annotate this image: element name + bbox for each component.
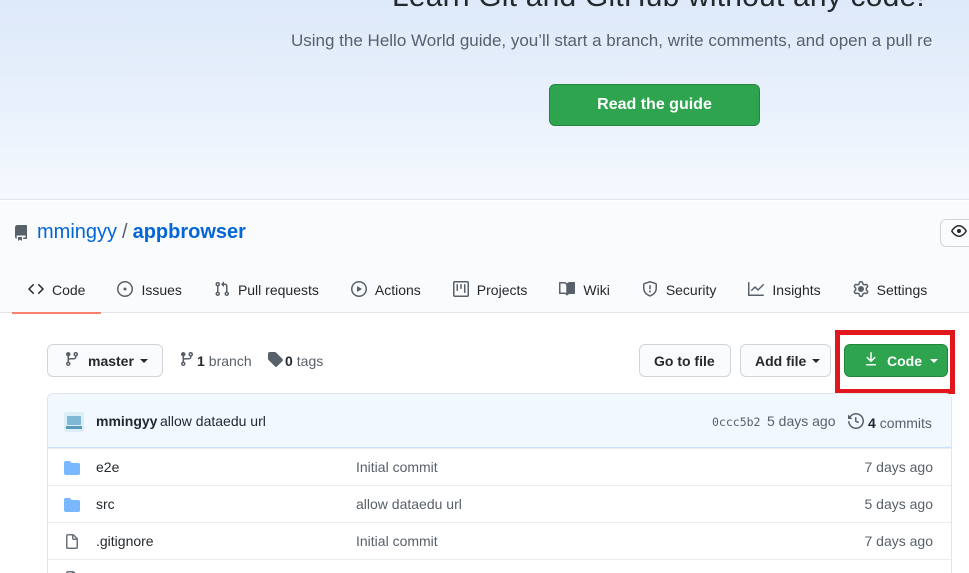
file-age: 7 days ago (864, 533, 934, 549)
play-icon (350, 280, 375, 300)
file-commit-link[interactable]: Initial commit (356, 533, 438, 549)
graph-icon (748, 281, 772, 300)
tab-wiki-label: Wiki (583, 282, 610, 298)
file-age: 5 days ago (864, 496, 934, 512)
file-row (48, 559, 951, 573)
branch-selector-label: master (88, 352, 134, 369)
chevron-down-icon (812, 358, 821, 363)
folder-icon (64, 460, 80, 476)
tag-count: 0 (285, 352, 293, 369)
file-row: src allow dataedu url 5 days ago (48, 485, 951, 522)
code-icon (28, 281, 52, 300)
branch-icon (64, 351, 88, 370)
repo-title: mmingyy / appbrowser (13, 221, 246, 244)
branch-count: 1 (197, 352, 205, 369)
hello-world-banner: Learn Git and GitHub without any code! U… (0, 0, 969, 200)
file-icon (64, 534, 80, 550)
folder-icon (64, 497, 80, 513)
tab-issues-label: Issues (141, 282, 182, 298)
tab-issues[interactable]: Issues (101, 267, 197, 313)
tab-insights-label: Insights (772, 282, 821, 298)
commits-history-link[interactable]: 4 commits (848, 412, 932, 432)
file-commit-link[interactable]: Initial commit (356, 459, 438, 475)
add-file-label: Add file (755, 352, 807, 369)
file-row: .gitignore Initial commit 7 days ago (48, 522, 951, 559)
commit-message-link[interactable]: allow dataedu url (160, 413, 266, 429)
file-name-link[interactable]: e2e (96, 459, 119, 475)
file-name-link[interactable]: src (96, 496, 115, 512)
repo-owner-link[interactable]: mmingyy (37, 221, 117, 244)
tab-code-label: Code (52, 282, 86, 298)
tab-settings[interactable]: Settings (837, 267, 944, 313)
code-button-label: Code (887, 352, 922, 369)
download-icon (863, 351, 887, 370)
file-list: mmingyy allow dataedu url 0ccc5b2 5 days… (47, 393, 952, 573)
branches-link[interactable]: 1 branch (179, 344, 252, 377)
commit-count: 4 (868, 414, 876, 431)
add-file-button[interactable]: Add file (740, 344, 831, 377)
commit-sha-link[interactable]: 0ccc5b2 (712, 415, 760, 429)
repo-name-link[interactable]: appbrowser (133, 221, 246, 244)
repo-separator: / (122, 221, 128, 243)
repo-icon (13, 224, 29, 241)
tags-link[interactable]: 0 tags (267, 344, 323, 377)
branch-count-label: branch (208, 352, 252, 369)
tab-projects[interactable]: Projects (437, 267, 544, 313)
repo-tabs: Code Issues Pull requests Actions Projec… (12, 267, 944, 314)
tab-pull-requests-label: Pull requests (237, 282, 319, 298)
read-the-guide-button[interactable]: Read the guide (549, 84, 760, 126)
repo-header: mmingyy / appbrowser Code Issues Pull re… (0, 201, 969, 314)
tab-settings-label: Settings (876, 282, 928, 298)
tab-projects-label: Projects (476, 282, 528, 298)
go-to-file-button[interactable]: Go to file (639, 344, 731, 377)
watch-button[interactable] (940, 219, 969, 247)
avatar[interactable] (64, 412, 84, 432)
tab-insights[interactable]: Insights (732, 267, 836, 313)
tag-count-label: tags (296, 352, 324, 369)
tab-code[interactable]: Code (12, 267, 102, 314)
file-age: 7 days ago (864, 459, 934, 475)
eye-icon (951, 223, 967, 244)
tag-icon (267, 351, 283, 370)
pull-request-icon (214, 281, 238, 300)
latest-commit-row: mmingyy allow dataedu url 0ccc5b2 5 days… (48, 394, 951, 448)
gear-icon (853, 280, 877, 300)
commit-count-label: commits (879, 414, 932, 431)
shield-icon (642, 280, 666, 300)
tab-actions[interactable]: Actions (335, 267, 437, 313)
commit-time: 5 days ago (767, 413, 836, 429)
code-download-button[interactable]: Code (844, 344, 948, 377)
tab-security-label: Security (665, 282, 717, 298)
tab-pull-requests[interactable]: Pull requests (198, 267, 335, 313)
file-commit-link[interactable]: allow dataedu url (356, 496, 462, 512)
project-icon (452, 280, 477, 300)
banner-title: Learn Git and GitHub without any code! (392, 0, 925, 14)
branch-icon (179, 351, 195, 370)
book-icon (559, 281, 583, 300)
file-name-link[interactable]: .gitignore (96, 533, 154, 549)
tab-security[interactable]: Security (626, 267, 733, 313)
tab-actions-label: Actions (374, 282, 421, 298)
file-navigation-toolbar: master 1 branch 0 tags Go to file Add fi… (47, 344, 952, 378)
file-row: e2e Initial commit 7 days ago (48, 448, 951, 485)
history-icon (848, 412, 865, 432)
branch-selector-button[interactable]: master (47, 344, 163, 377)
chevron-down-icon (930, 358, 938, 363)
chevron-down-icon (139, 358, 148, 363)
banner-subtitle: Using the Hello World guide, you’ll star… (291, 31, 933, 50)
commit-author-link[interactable]: mmingyy (96, 413, 157, 429)
tab-wiki[interactable]: Wiki (543, 267, 625, 313)
issue-icon (117, 280, 141, 300)
